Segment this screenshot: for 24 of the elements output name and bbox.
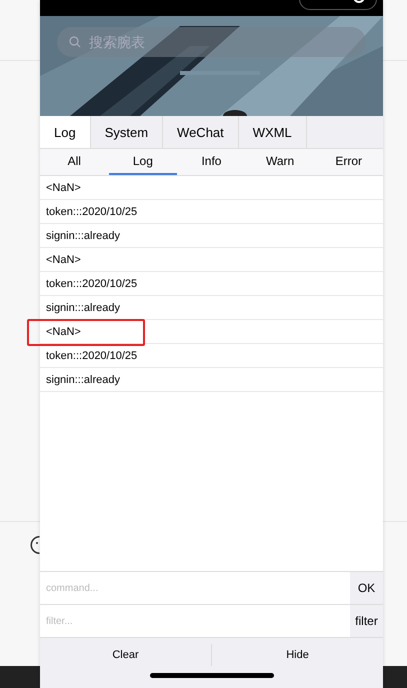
filter-tab[interactable]: Error (314, 149, 383, 175)
log-entry: token:::2020/10/25 (46, 278, 138, 290)
log-entry: signin:::already (46, 230, 120, 242)
filter-button[interactable]: filter (350, 605, 383, 637)
log-entry: signin:::already (46, 302, 120, 314)
footer-button[interactable]: Hide (211, 644, 383, 666)
log-entry: token:::2020/10/25 (46, 350, 138, 362)
log-entry: signin:::already (46, 374, 120, 386)
log-entry: <NaN> (46, 326, 81, 338)
tab[interactable]: System (90, 116, 164, 148)
filter-tab[interactable]: All (40, 149, 109, 175)
log-entry: <NaN> (46, 182, 81, 194)
tab[interactable]: WXML (238, 116, 307, 148)
ok-button[interactable]: OK (350, 572, 383, 604)
footer-button[interactable]: Clear (40, 644, 211, 666)
tab[interactable]: WeChat (163, 116, 239, 148)
log-entry: token:::2020/10/25 (46, 206, 138, 218)
log-entry: <NaN> (46, 254, 81, 266)
filter-tab[interactable]: Warn (246, 149, 314, 175)
search-icon (69, 36, 81, 48)
tab[interactable]: Log (40, 116, 91, 148)
filter-tab[interactable]: Info (177, 149, 246, 175)
filter-tab[interactable]: Log (108, 149, 178, 175)
emoji-icon (29, 536, 40, 554)
